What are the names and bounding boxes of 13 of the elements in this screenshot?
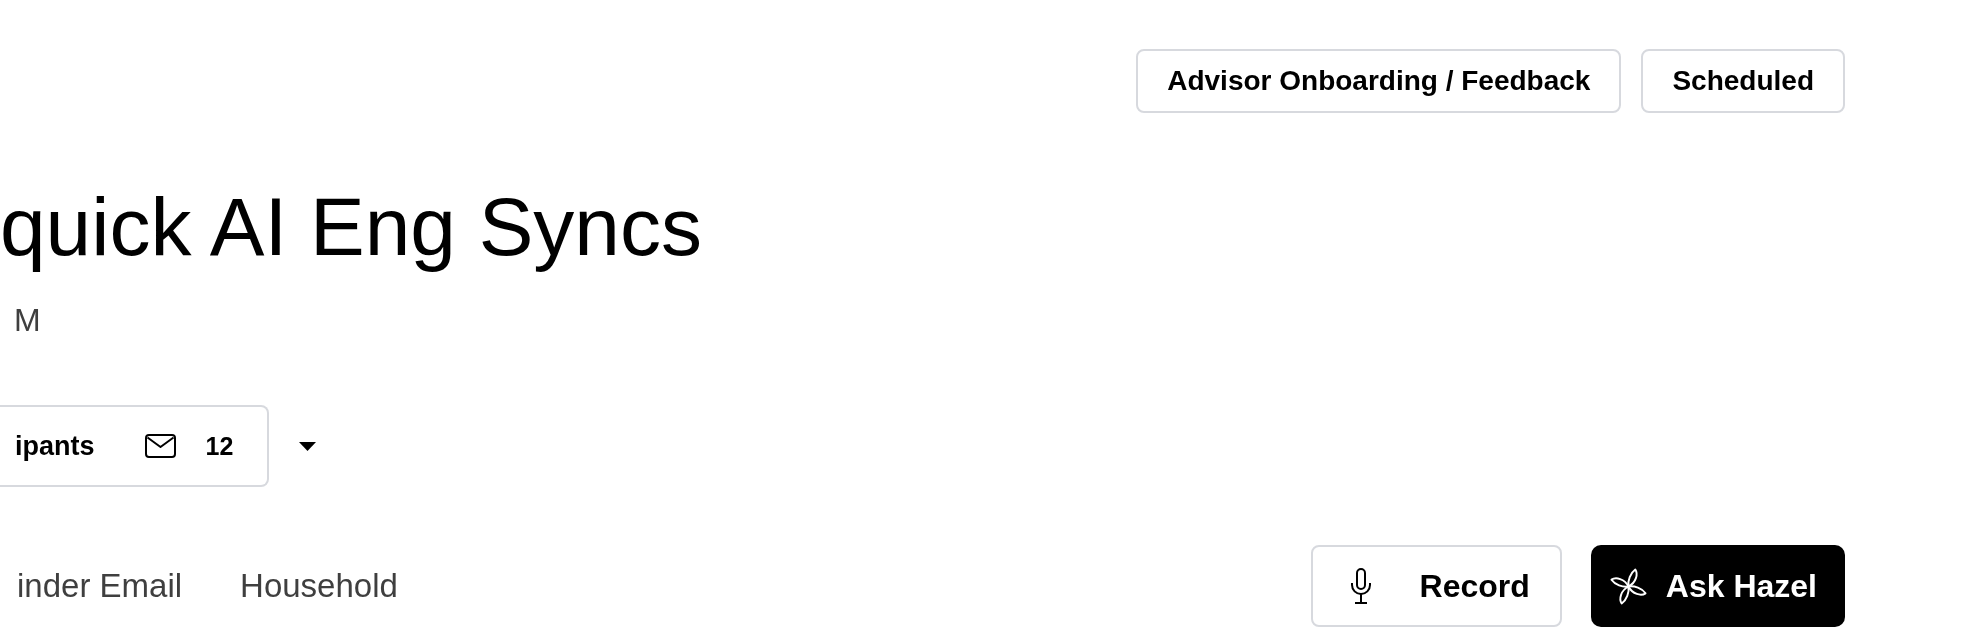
caret-icon[interactable]	[299, 441, 317, 451]
nav-link[interactable]: Household	[240, 567, 398, 605]
nav-link[interactable]: inder Email	[17, 567, 183, 605]
participants-button[interactable]: ipants 12	[0, 405, 270, 487]
pinwheel-icon	[1609, 567, 1647, 605]
meeting-tag: Advisor Onboarding / Feedback	[1136, 49, 1622, 113]
microphone-icon	[1349, 568, 1372, 604]
ask-button[interactable]: Ask Hazel	[1590, 545, 1845, 627]
email-count: 12	[205, 431, 234, 461]
mail-icon	[144, 434, 176, 458]
meeting-time: M	[14, 301, 41, 339]
meeting-tag: Scheduled	[1641, 49, 1845, 113]
record-button[interactable]: Record	[1310, 545, 1562, 627]
